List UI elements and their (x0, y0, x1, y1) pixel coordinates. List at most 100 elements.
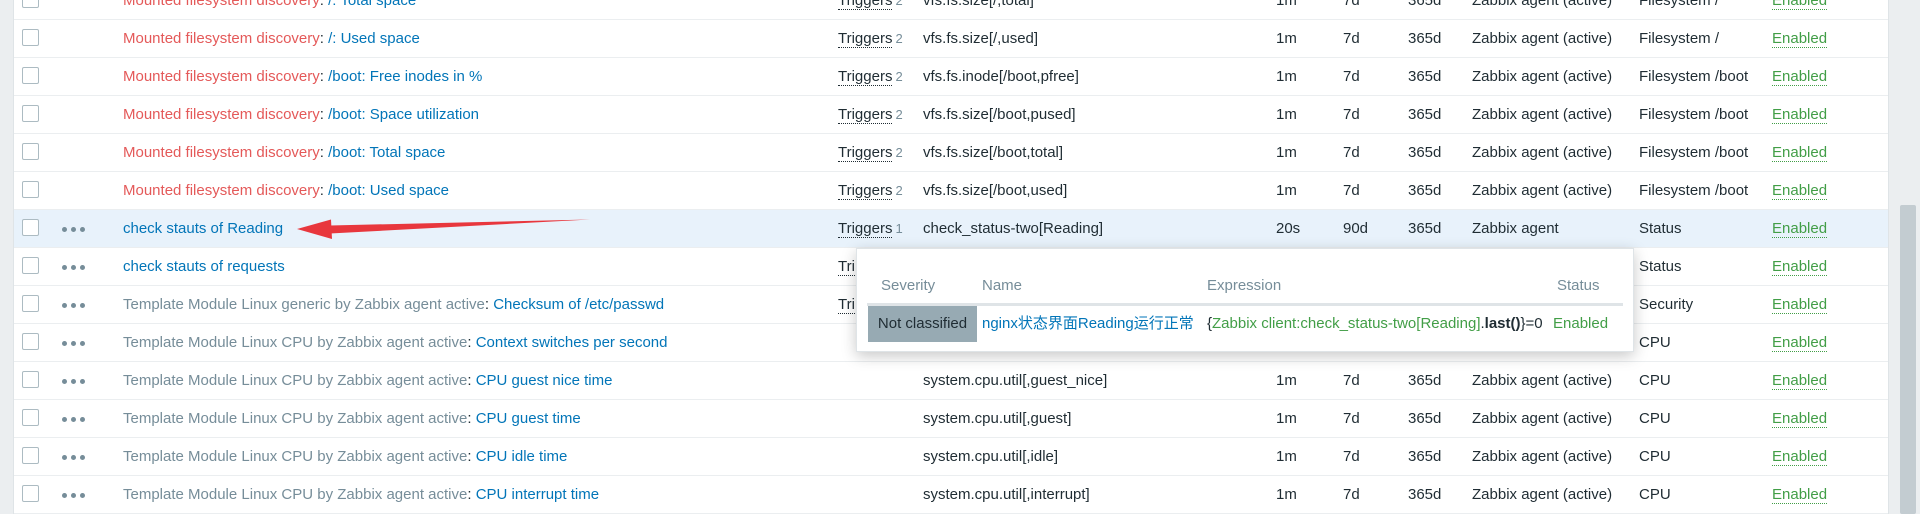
row-checkbox[interactable] (22, 371, 39, 388)
triggers-link[interactable]: Triggers (838, 220, 893, 238)
item-parent-link[interactable]: Mounted filesystem discovery (123, 106, 320, 123)
status-enabled-link[interactable]: Enabled (1772, 296, 1828, 314)
more-options-icon[interactable] (62, 492, 86, 500)
dot-icon (71, 379, 76, 384)
status-enabled-link[interactable]: Enabled (1772, 144, 1828, 162)
more-options-icon[interactable] (62, 264, 86, 272)
dot-icon (80, 417, 85, 422)
dot-icon (80, 265, 85, 270)
item-name-link[interactable]: CPU guest nice time (476, 372, 613, 389)
item-name-link[interactable]: /boot: Total space (328, 144, 445, 161)
row-checkbox[interactable] (22, 67, 39, 84)
row-checkbox[interactable] (22, 447, 39, 464)
item-type: Zabbix agent (1472, 220, 1559, 237)
item-name-link[interactable]: /: Total space (328, 0, 416, 9)
more-options-icon[interactable] (62, 226, 86, 234)
status-enabled-link[interactable]: Enabled (1772, 334, 1828, 352)
row-checkbox[interactable] (22, 105, 39, 122)
table-row: Mounted filesystem discovery: /boot: Fre… (14, 58, 1888, 96)
expression-function: last() (1484, 315, 1521, 332)
triggers-link[interactable]: Triggers (838, 144, 893, 162)
trigger-count: 2 (895, 0, 903, 8)
row-checkbox[interactable] (22, 485, 39, 502)
more-options-icon[interactable] (62, 454, 86, 462)
more-options-icon[interactable] (62, 340, 86, 348)
triggers-cell: Tri (838, 296, 855, 314)
row-checkbox[interactable] (22, 143, 39, 160)
more-options-icon[interactable] (62, 416, 86, 424)
application: CPU (1639, 410, 1671, 427)
triggers-link[interactable]: Tri (838, 296, 855, 314)
dot-icon (80, 303, 85, 308)
status-enabled-link[interactable]: Enabled (1772, 106, 1828, 124)
more-options-icon[interactable] (62, 302, 86, 310)
trigger-count: 2 (895, 31, 903, 46)
name-separator: : (319, 68, 329, 85)
status-enabled-link[interactable]: Enabled (1772, 0, 1828, 10)
item-parent-link[interactable]: Template Module Linux CPU by Zabbix agen… (123, 448, 467, 465)
item-name-link[interactable]: check stauts of Reading (123, 220, 283, 237)
item-name-link[interactable]: /: Used space (328, 30, 420, 47)
item-name-link[interactable]: /boot: Space utilization (328, 106, 479, 123)
hintbox-header-name: Name (982, 277, 1023, 294)
item-parent-link[interactable]: Template Module Linux CPU by Zabbix agen… (123, 372, 467, 389)
triggers-link[interactable]: Triggers (838, 182, 893, 200)
triggers-link[interactable]: Triggers (838, 68, 893, 86)
status-enabled-link[interactable]: Enabled (1772, 448, 1828, 466)
triggers-link[interactable]: Triggers (838, 106, 893, 124)
triggers-cell: Triggers 1 (838, 220, 903, 238)
row-checkbox[interactable] (22, 295, 39, 312)
status-enabled-link[interactable]: Enabled (1772, 68, 1828, 86)
item-name-link[interactable]: Checksum of /etc/passwd (493, 296, 664, 313)
item-parent-link[interactable]: Mounted filesystem discovery (123, 30, 320, 47)
trends: 365d (1408, 372, 1442, 389)
item-name: Template Module Linux CPU by Zabbix agen… (123, 372, 612, 390)
more-options-icon[interactable] (62, 378, 86, 386)
status-enabled-link[interactable]: Enabled (1772, 30, 1828, 48)
status-enabled-link[interactable]: Enabled (1772, 372, 1828, 390)
status-enabled-link[interactable]: Enabled (1772, 258, 1828, 276)
scrollbar-thumb[interactable] (1900, 205, 1916, 514)
row-checkbox[interactable] (22, 333, 39, 350)
row-checkbox[interactable] (22, 219, 39, 236)
status-enabled-link[interactable]: Enabled (1772, 220, 1828, 238)
status-enabled-link[interactable]: Enabled (1772, 182, 1828, 200)
item-type: Zabbix agent (active) (1472, 30, 1613, 47)
item-name-link[interactable]: Context switches per second (476, 334, 668, 351)
item-name-link[interactable]: /boot: Used space (328, 182, 449, 199)
history: 7d (1343, 0, 1360, 9)
row-checkbox[interactable] (22, 409, 39, 426)
update-interval: 1m (1276, 372, 1297, 389)
trigger-status: Enabled (1553, 315, 1609, 332)
history: 7d (1343, 410, 1360, 427)
row-checkbox[interactable] (22, 181, 39, 198)
hintbox-header-severity: Severity (881, 277, 936, 294)
triggers-link[interactable]: Tri (838, 258, 855, 276)
item-parent-link[interactable]: Template Module Linux CPU by Zabbix agen… (123, 486, 467, 503)
triggers-link[interactable]: Triggers (838, 30, 893, 48)
item-parent-link[interactable]: Mounted filesystem discovery (123, 68, 320, 85)
item-name-link[interactable]: check stauts of requests (123, 258, 285, 275)
item-parent-link[interactable]: Mounted filesystem discovery (123, 144, 320, 161)
status-enabled-link[interactable]: Enabled (1772, 486, 1828, 504)
item-name-link[interactable]: CPU guest time (476, 410, 581, 427)
row-checkbox[interactable] (22, 257, 39, 274)
row-checkbox[interactable] (22, 29, 39, 46)
item-parent-link[interactable]: Mounted filesystem discovery (123, 182, 320, 199)
table-row: Template Module Linux CPU by Zabbix agen… (14, 400, 1888, 438)
name-separator: : (319, 144, 329, 161)
item-parent-link[interactable]: Template Module Linux generic by Zabbix … (123, 296, 485, 313)
item-parent-link[interactable]: Mounted filesystem discovery (123, 0, 320, 9)
item-name-link[interactable]: /boot: Free inodes in % (328, 68, 482, 85)
severity-badge: Not classified (868, 306, 977, 342)
trigger-name-link[interactable]: nginx状态界面Reading运行正常 (982, 315, 1194, 333)
triggers-link[interactable]: Triggers (838, 0, 893, 10)
status-enabled-link[interactable]: Enabled (1772, 410, 1828, 428)
item-parent-link[interactable]: Template Module Linux CPU by Zabbix agen… (123, 334, 467, 351)
dot-icon (71, 265, 76, 270)
item-name-link[interactable]: CPU idle time (476, 448, 568, 465)
item-name-link[interactable]: CPU interrupt time (476, 486, 599, 503)
application: CPU (1639, 372, 1671, 389)
row-checkbox[interactable] (22, 0, 39, 8)
item-parent-link[interactable]: Template Module Linux CPU by Zabbix agen… (123, 410, 467, 427)
